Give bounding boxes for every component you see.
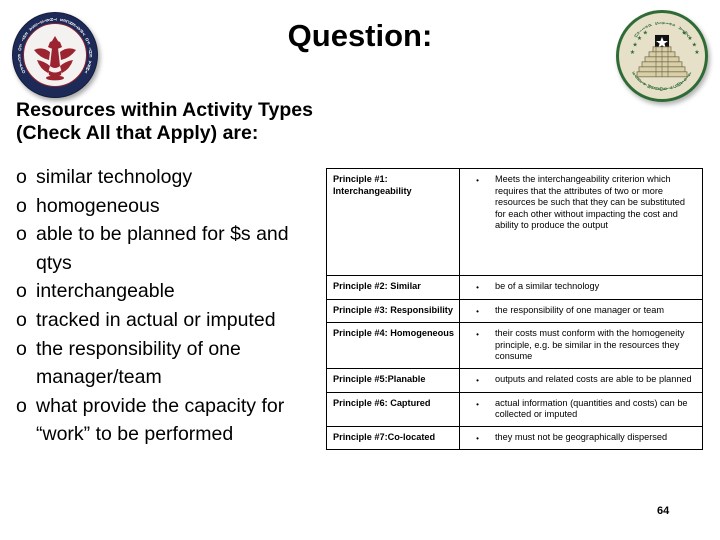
principle-label: Principle #5:Planable — [326, 367, 460, 393]
heading-line-1: Resources within Activity Types — [16, 99, 313, 121]
principle-description-cell: • outputs and related costs are able to b… — [459, 367, 703, 393]
bullet-text: tracked in actual or imputed — [36, 308, 276, 331]
bullet-text: what provide the capacity for “work” to … — [36, 394, 285, 446]
principle-label: Principle #7:Co-located — [326, 425, 460, 451]
slide-heading: Resources within Activity Types (Check A… — [16, 99, 416, 145]
principle-description-text: be of a similar technology — [495, 281, 600, 291]
slide-title: Question: — [287, 18, 433, 53]
principle-description-cell: • be of a similar technology — [459, 275, 703, 300]
bullet-text: homogeneous — [36, 194, 160, 217]
bullet-marker: o — [16, 280, 27, 303]
bullet-item: o what provide the capacity for “work” to… — [16, 392, 326, 449]
bullet-marker: o — [16, 223, 27, 246]
bullet-text: interchangeable — [36, 280, 175, 303]
principle-description-text: Meets the interchangeability criterion w… — [495, 174, 685, 231]
principle-description-cell: • Meets the interchangeability criterion … — [459, 168, 703, 276]
principle-description-text: outputs and related costs are able to be… — [495, 373, 692, 384]
principle-description-text: the responsibility of one manager or tea… — [495, 304, 665, 315]
bullet-dot-icon: • — [476, 399, 479, 409]
heading-line-2: (Check All that Apply) are: — [16, 122, 259, 144]
bullet-marker: o — [16, 394, 27, 417]
page-number: 64 — [657, 505, 670, 517]
bullet-marker: o — [16, 308, 27, 331]
bullet-item: o interchangeable — [16, 277, 326, 306]
bullet-item: o able to be planned for $s and qtys — [16, 220, 326, 277]
bullet-marker: o — [16, 166, 27, 188]
principles-table: Principle #1: Interchangeability • Meets t… — [326, 168, 703, 451]
principle-description-cell: • actual information (quantities and cost… — [459, 391, 703, 427]
bullet-item: o similar technology — [16, 163, 326, 192]
principle-label: Principle #3: Responsibility — [326, 298, 460, 324]
principle-label: Principle #2: Similar — [326, 275, 460, 300]
principle-description-cell: • the responsibility of one manager or te… — [459, 298, 703, 324]
bullet-text: able to be planned for $s and qtys — [36, 223, 289, 274]
principle-description-text: they must not be geographically disperse… — [495, 431, 668, 442]
bullet-item: o the responsibility of one manager/team — [16, 335, 326, 392]
bullet-text: the responsibility of one manager/team — [36, 337, 241, 389]
table-row: Principle #3: Responsibility • the respons… — [326, 298, 703, 324]
bullet-dot-icon: • — [476, 330, 479, 340]
bullet-marker: o — [16, 337, 27, 360]
bullet-dot-icon: • — [476, 283, 479, 292]
table-row: Principle #2: Similar • be of a similar te… — [326, 275, 703, 300]
principle-description-text: their costs must conform with the homoge… — [495, 328, 685, 362]
bullet-marker: o — [16, 194, 27, 217]
principle-label: Principle #6: Captured — [326, 391, 460, 427]
criteria-bullet-list: o similar technology o homogeneous o able to … — [16, 163, 326, 449]
bullet-dot-icon: • — [476, 306, 479, 316]
bullet-dot-icon: • — [476, 176, 479, 185]
table-row: Principle #1: Interchangeability • Meets t… — [326, 168, 703, 276]
bullet-dot-icon: • — [476, 375, 479, 385]
bullet-item: o tracked in actual or imputed — [16, 306, 326, 335]
table-row: Principle #6: Captured • actual informatio… — [326, 391, 703, 427]
principle-description-cell: • their costs must conform with the homog… — [459, 322, 703, 369]
table-row: Principle #5:Planable • outputs and relate… — [326, 367, 703, 393]
slide: OFFICE OF THE ASSISTANT SECRETARY OF THE… — [0, 0, 720, 540]
bullet-item: o homogeneous — [16, 192, 326, 221]
table-row: Principle #4: Homogeneous • their costs mu… — [326, 322, 703, 369]
principle-description-text: actual information (quantities and costs… — [495, 397, 688, 420]
table-row: Principle #7:Co-located • they must not be… — [326, 425, 703, 451]
principle-label: Principle #4: Homogeneous — [326, 322, 460, 369]
principle-label: Principle #1: Interchangeability — [326, 168, 460, 276]
bullet-text: similar technology — [36, 166, 193, 188]
bullet-dot-icon: • — [476, 433, 479, 443]
principle-description-cell: • they must not be geographically dispers… — [459, 425, 703, 451]
